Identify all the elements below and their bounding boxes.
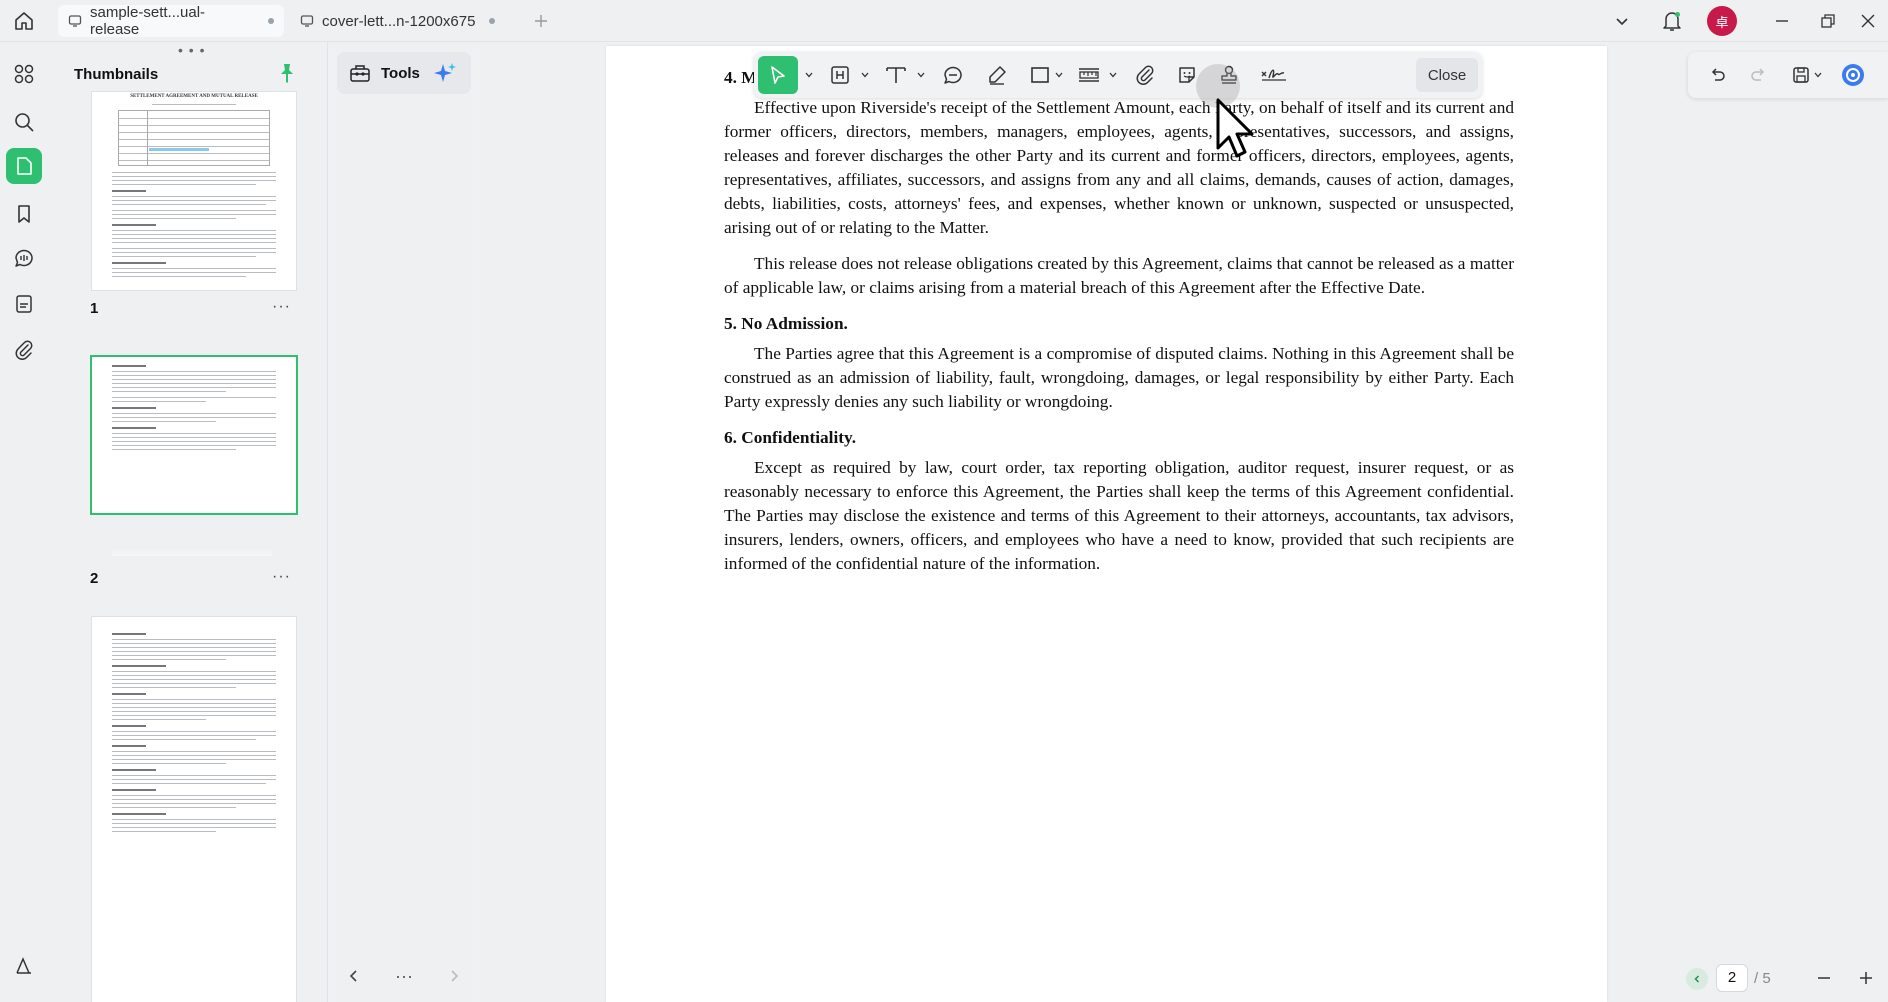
total-pages: / 5: [1754, 970, 1771, 987]
page-2-more-button[interactable]: ···: [272, 568, 291, 586]
chevron-down-icon[interactable]: [1810, 60, 1826, 90]
chevron-down-icon[interactable]: [1606, 6, 1638, 36]
highlight-tool-button[interactable]: [822, 56, 858, 94]
page-number-1: 1: [90, 300, 99, 317]
comment-tool-button[interactable]: [934, 56, 972, 94]
tab-status-dot: [268, 18, 274, 24]
text-t-icon: [884, 64, 908, 86]
chevron-down-icon[interactable]: [860, 70, 870, 80]
search-icon[interactable]: [6, 104, 42, 140]
comments-icon[interactable]: [6, 240, 42, 276]
bell-icon[interactable]: [1656, 6, 1688, 36]
ai-sparkle-icon[interactable]: [433, 61, 457, 85]
page-thumbnail-3[interactable]: [92, 617, 296, 1002]
chevron-down-icon[interactable]: [916, 70, 926, 80]
chevron-down-icon[interactable]: [1108, 70, 1118, 80]
paragraph: This release does not release obligation…: [724, 254, 1514, 297]
tab-label: sample-sett...ual-release: [90, 4, 206, 38]
document-list-icon[interactable]: [6, 286, 42, 322]
measure-tool-button[interactable]: [1070, 56, 1108, 94]
mouse-cursor-icon: [1214, 98, 1262, 162]
sidebar-toggle-icon[interactable]: [6, 948, 42, 984]
tab-status-dot: [489, 18, 496, 24]
tab-label: cover-lett...n-1200x675: [322, 12, 476, 30]
section-heading-6: 6. Confidentiality.: [724, 428, 857, 447]
chevron-right-icon[interactable]: [447, 969, 461, 983]
minimize-icon[interactable]: [1766, 6, 1798, 36]
chevron-down-icon[interactable]: [804, 70, 814, 80]
thumbnails-panel: • • • Thumbnails SETTLEMENT AGREEMENT AN…: [48, 42, 328, 1002]
document-actions: [1688, 52, 1888, 98]
paragraph: The Parties agree that this Agreement is…: [724, 344, 1514, 411]
annotation-toolbar: Close: [754, 52, 1482, 98]
section-heading-5: 5. No Admission.: [724, 314, 848, 333]
close-window-icon[interactable]: [1852, 6, 1884, 36]
ai-assistant-icon[interactable]: [1838, 60, 1868, 90]
thumbnail-table: [118, 110, 270, 166]
panel-drag-handle[interactable]: • • •: [178, 43, 205, 57]
tab-document-2[interactable]: cover-lett...n-1200x675: [290, 5, 512, 37]
zoom-in-icon[interactable]: [1852, 964, 1880, 992]
text-tool-button[interactable]: [876, 56, 916, 94]
paragraph: Except as required by law, court order, …: [724, 458, 1514, 573]
home-icon[interactable]: [8, 6, 40, 36]
pdf-page: 4. M Effective upon Riverside's receipt …: [606, 46, 1607, 1002]
zoom-out-icon[interactable]: [1810, 964, 1838, 992]
document-viewer: 4. M Effective upon Riverside's receipt …: [480, 42, 1888, 1002]
shape-tool-button[interactable]: [1022, 56, 1058, 94]
chevron-left-icon[interactable]: [347, 969, 361, 983]
title-bar: sample-sett...ual-release cover-lett...n…: [0, 0, 1888, 42]
paperclip-icon: [1134, 64, 1156, 86]
more-options-button[interactable]: ···: [395, 966, 413, 987]
page-thumbnail-1[interactable]: SETTLEMENT AGREEMENT AND MUTUAL RELEASE: [92, 92, 296, 290]
pagination-bar: 2 / 5: [1676, 960, 1888, 996]
paragraph: Effective upon Riverside's receipt of th…: [724, 98, 1514, 237]
thumbnail-heading: SETTLEMENT AGREEMENT AND MUTUAL RELEASE: [130, 94, 258, 99]
pen-icon: [986, 64, 1008, 86]
undo-icon[interactable]: [1702, 60, 1732, 90]
pdf-tab-icon: [68, 14, 82, 28]
user-avatar-button[interactable]: 卓: [1706, 6, 1738, 36]
heading-h-icon: [829, 64, 851, 86]
cursor-arrow-icon: [767, 64, 789, 86]
page-thumbnail-2[interactable]: [92, 357, 296, 513]
pin-icon[interactable]: [276, 62, 300, 86]
rectangle-icon: [1029, 64, 1051, 86]
toolbox-icon: [349, 63, 371, 83]
avatar: 卓: [1707, 6, 1737, 36]
signature-tool-button[interactable]: [1254, 56, 1294, 94]
thumbnails-title: Thumbnails: [74, 66, 159, 83]
tab-document-1[interactable]: sample-sett...ual-release: [58, 4, 284, 38]
attachment-icon[interactable]: [6, 332, 42, 368]
bookmark-icon[interactable]: [6, 196, 42, 232]
thumbnail-shadow: [112, 546, 272, 556]
tools-label: Tools: [381, 64, 420, 82]
redo-icon[interactable]: [1744, 60, 1774, 90]
comment-bubble-icon: [942, 64, 964, 86]
tools-panel: Tools: [329, 42, 479, 1002]
chevron-down-icon[interactable]: [1054, 70, 1064, 80]
page-1-more-button[interactable]: ···: [272, 298, 291, 316]
apps-grid-icon[interactable]: [6, 56, 42, 92]
current-page-input[interactable]: 2: [1716, 964, 1748, 992]
new-tab-button[interactable]: [528, 8, 554, 34]
sticker-icon: [1176, 64, 1198, 86]
panel-bottom-nav: ···: [330, 956, 478, 996]
page-content: 4. M Effective upon Riverside's receipt …: [724, 66, 1514, 588]
attachment-tool-button[interactable]: [1126, 56, 1164, 94]
thumbnails-page-icon[interactable]: [6, 148, 42, 184]
pen-tool-button[interactable]: [978, 56, 1016, 94]
close-toolbar-button[interactable]: Close: [1416, 58, 1478, 92]
tools-button[interactable]: Tools: [337, 52, 471, 94]
pdf-tab-icon: [300, 14, 314, 28]
left-rail: [0, 42, 48, 1002]
signature-icon: [1260, 64, 1288, 86]
restore-icon[interactable]: [1812, 6, 1844, 36]
page-number-2: 2: [90, 570, 99, 587]
previous-page-icon[interactable]: [1686, 968, 1708, 990]
ruler-icon: [1077, 64, 1101, 86]
select-tool-button[interactable]: [758, 56, 798, 94]
